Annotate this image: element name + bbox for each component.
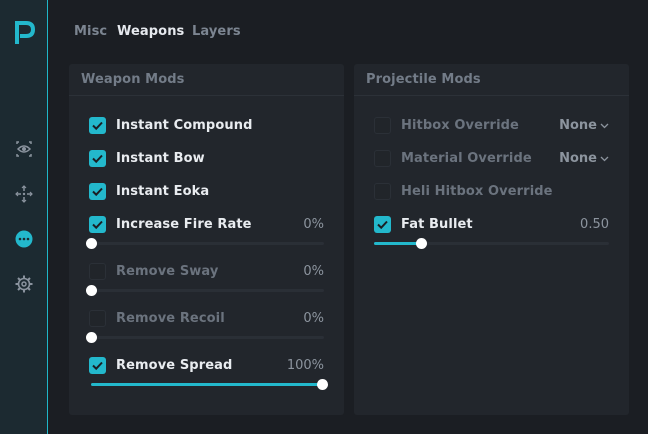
weapon-mods-panel: Weapon Mods Instant Compound Instant Bow… [69,64,344,415]
instant-eoka-row: Instant Eoka [89,183,324,201]
sidebar [0,0,48,434]
slider-thumb[interactable] [317,379,328,390]
increase-fire-rate-label: Increase Fire Rate [116,217,252,232]
hitbox-override-row: Hitbox Override None [374,117,609,135]
slider-track [91,242,324,245]
p-logo-icon[interactable] [13,20,35,44]
increase-fire-rate-value: 0% [303,217,324,232]
eye-icon[interactable] [14,139,34,159]
hitbox-override-dropdown[interactable]: None [559,118,609,133]
slider-fill [374,242,421,245]
crosshair-icon[interactable] [14,184,34,204]
increase-fire-rate-checkbox[interactable] [89,216,106,233]
tab-weapons[interactable]: Weapons [117,24,184,39]
material-override-dropdown[interactable]: None [559,151,609,166]
chevron-down-icon [600,156,609,161]
tab-misc[interactable]: Misc [74,24,107,39]
remove-recoil-row: Remove Recoil 0% [89,310,324,328]
instant-eoka-checkbox[interactable] [89,183,106,200]
instant-compound-row: Instant Compound [89,117,324,135]
slider-thumb[interactable] [86,332,97,343]
remove-spread-checkbox[interactable] [89,357,106,374]
slider-thumb[interactable] [86,238,97,249]
fat-bullet-label: Fat Bullet [401,217,473,232]
slider-thumb[interactable] [86,285,97,296]
hitbox-override-selected: None [559,118,597,133]
instant-compound-checkbox[interactable] [89,117,106,134]
material-override-checkbox[interactable] [374,150,391,167]
remove-recoil-label: Remove Recoil [116,311,225,326]
hitbox-override-label: Hitbox Override [401,118,519,133]
instant-bow-checkbox[interactable] [89,150,106,167]
remove-spread-row: Remove Spread 100% [89,357,324,375]
remove-recoil-checkbox[interactable] [89,310,106,327]
instant-compound-label: Instant Compound [116,118,253,133]
remove-spread-slider[interactable] [91,379,328,390]
weapon-mods-title: Weapon Mods [69,64,344,96]
material-override-row: Material Override None [374,150,609,168]
tab-layers[interactable]: Layers [192,24,241,39]
slider-track [91,289,324,292]
heli-hitbox-override-label: Heli Hitbox Override [401,184,553,199]
slider-track [91,336,324,339]
remove-recoil-value: 0% [303,311,324,326]
instant-bow-label: Instant Bow [116,151,205,166]
instant-eoka-label: Instant Eoka [116,184,210,199]
remove-sway-row: Remove Sway 0% [89,263,324,281]
remove-spread-value: 100% [286,358,324,373]
heli-hitbox-override-row: Heli Hitbox Override [374,183,609,201]
material-override-label: Material Override [401,151,532,166]
hitbox-override-checkbox[interactable] [374,117,391,134]
remove-sway-value: 0% [303,264,324,279]
projectile-mods-title: Projectile Mods [354,64,629,96]
increase-fire-rate-slider[interactable] [86,238,324,249]
remove-sway-label: Remove Sway [116,264,219,279]
projectile-mods-panel: Projectile Mods Hitbox Override None Mat… [354,64,629,415]
remove-spread-label: Remove Spread [116,358,233,373]
fat-bullet-row: Fat Bullet 0.50 [374,216,609,234]
more-dots-icon[interactable] [14,229,34,249]
fat-bullet-checkbox[interactable] [374,216,391,233]
gear-icon[interactable] [14,274,34,294]
heli-hitbox-override-checkbox[interactable] [374,183,391,200]
remove-sway-slider[interactable] [86,285,324,296]
chevron-down-icon [600,123,609,128]
remove-sway-checkbox[interactable] [89,263,106,280]
slider-fill [91,383,322,386]
slider-thumb[interactable] [416,238,427,249]
increase-fire-rate-row: Increase Fire Rate 0% [89,216,324,234]
fat-bullet-value: 0.50 [580,217,609,232]
remove-recoil-slider[interactable] [86,332,324,343]
fat-bullet-slider[interactable] [374,238,609,249]
material-override-selected: None [559,151,597,166]
instant-bow-row: Instant Bow [89,150,324,168]
